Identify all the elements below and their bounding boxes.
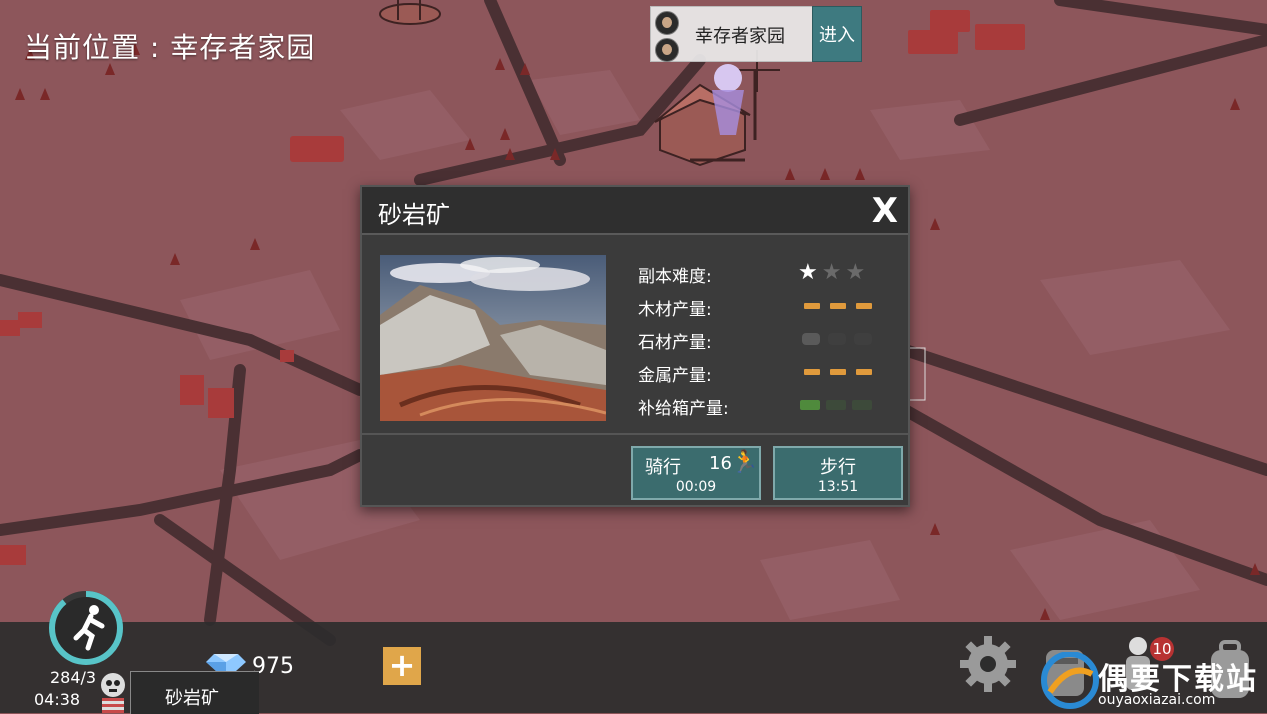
stat-label: 补给箱产量: — [638, 399, 729, 419]
stat-row-stone: 石材产量: — [638, 325, 878, 358]
wood-bar-icon — [856, 303, 872, 309]
metal-bar-icon — [830, 369, 846, 375]
rock-empty-icon — [854, 333, 872, 345]
current-location-label: 当前位置 : 幸存者家园 — [24, 26, 315, 66]
game-clock: 04:38 — [34, 690, 81, 709]
metal-level — [798, 358, 878, 386]
stat-label: 石材产量: — [638, 333, 712, 353]
stamina-ring[interactable] — [46, 588, 126, 668]
location-prefix: 当前位置 — [24, 31, 141, 64]
rock-icon — [802, 333, 820, 345]
stone-level — [798, 325, 878, 353]
ride-button[interactable]: 骑行 16 🏃 00:09 — [631, 446, 761, 500]
walk-time: 13:51 — [817, 479, 859, 495]
rock-empty-icon — [828, 333, 846, 345]
stat-row-wood: 木材产量: — [638, 292, 878, 325]
ride-count: 16 — [709, 453, 732, 474]
location-dialog: 砂岩矿 X 副本难度: ★ ★ ★ 木材产量: 石材产量: 金属产量: 补给箱产… — [360, 185, 910, 507]
stat-row-metal: 金属产量: — [638, 358, 878, 391]
star-filled-icon: ★ — [798, 260, 818, 285]
stat-row-supply: 补给箱产量: — [638, 391, 878, 424]
survivor-avatars — [655, 11, 679, 65]
crate-icon — [800, 400, 820, 410]
destination-name: 砂岩矿 — [165, 688, 219, 709]
location-separator: : — [149, 31, 161, 64]
metal-bar-icon — [804, 369, 820, 375]
ride-label: 骑行 — [645, 457, 681, 478]
star-empty-icon: ★ — [845, 260, 866, 285]
runner-icon: 🏃 — [731, 450, 759, 475]
add-gems-button[interactable]: + — [383, 647, 421, 685]
wood-bar-icon — [830, 303, 846, 309]
stamina-value: 284/3 — [50, 668, 97, 687]
home-marker-card[interactable]: 幸存者家园 — [650, 6, 814, 62]
stat-label: 金属产量: — [638, 366, 712, 386]
close-button[interactable]: X — [872, 191, 898, 231]
enter-button[interactable]: 进入 — [812, 6, 862, 62]
home-name: 幸存者家园 — [695, 26, 785, 47]
wood-level — [798, 292, 878, 320]
avatar — [655, 11, 679, 35]
wood-bar-icon — [804, 303, 820, 309]
location-photo — [380, 255, 606, 421]
route-stripe-icon — [102, 698, 124, 713]
supply-level — [798, 391, 878, 419]
metal-bar-icon — [856, 369, 872, 375]
stats-list: 副本难度: ★ ★ ★ 木材产量: 石材产量: 金属产量: 补给箱产量: — [638, 259, 878, 424]
dialog-title: 砂岩矿 — [378, 201, 450, 229]
stat-label: 副本难度: — [638, 267, 712, 287]
walk-label: 步行 — [820, 457, 856, 478]
current-destination[interactable]: 砂岩矿 — [130, 671, 259, 714]
stat-label: 木材产量: — [638, 300, 712, 320]
dialog-header: 砂岩矿 X — [362, 187, 908, 235]
skull-icon — [101, 673, 125, 697]
crate-empty-icon — [826, 400, 846, 410]
gear-icon[interactable] — [956, 632, 1020, 696]
crate-empty-icon — [852, 400, 872, 410]
walk-button[interactable]: 步行 13:51 — [773, 446, 903, 500]
watermark-url: ouyaoxiazai.com — [1098, 692, 1216, 708]
ride-time: 00:09 — [675, 479, 717, 495]
stat-row-difficulty: 副本难度: ★ ★ ★ — [638, 259, 878, 292]
difficulty-stars: ★ ★ ★ — [798, 259, 878, 287]
avatar — [655, 38, 679, 62]
location-name: 幸存者家园 — [170, 31, 316, 64]
star-empty-icon: ★ — [821, 260, 842, 285]
dialog-divider — [362, 433, 908, 435]
